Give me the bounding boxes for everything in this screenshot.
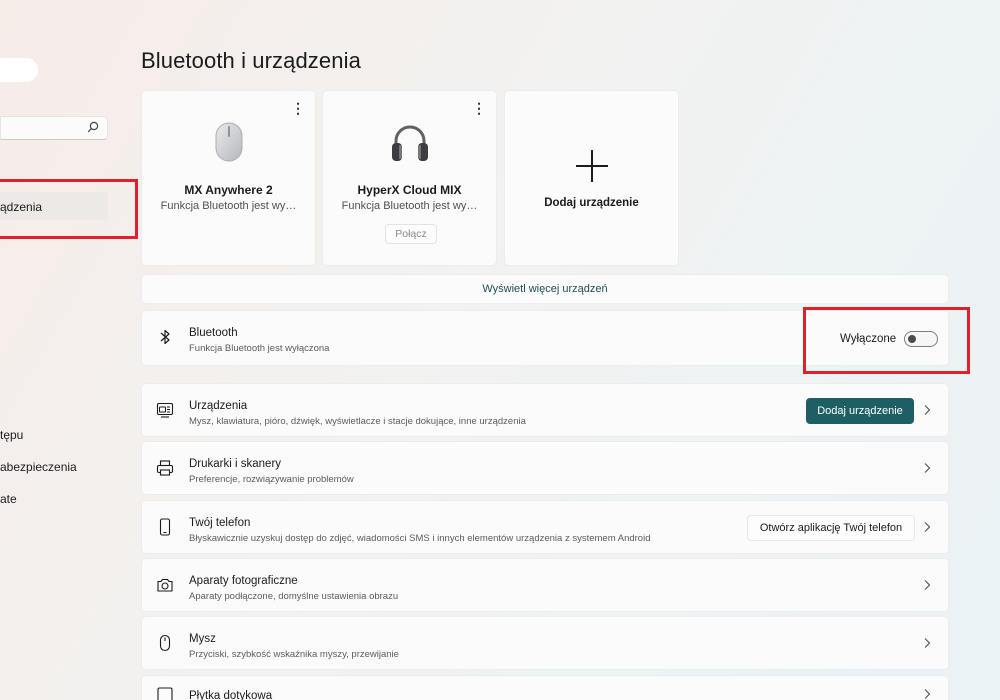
page-title: Bluetooth i urządzenia — [141, 48, 361, 73]
row-title: Mysz — [189, 633, 216, 645]
row-title: Drukarki i skanery — [189, 458, 282, 470]
search-icon — [87, 121, 99, 133]
row-subtitle: Aparaty podłączone, domyślne ustawienia … — [189, 591, 399, 602]
chevron-right-icon — [924, 580, 931, 590]
device-name: MX Anywhere 2 — [184, 183, 273, 197]
plus-icon — [575, 150, 608, 182]
row-subtitle: Mysz, klawiatura, pióro, dźwięk, wyświet… — [189, 416, 526, 427]
highlight-box-sidebar — [0, 179, 138, 239]
row-title: Twój telefon — [189, 517, 251, 529]
profile-card[interactable] — [0, 58, 38, 82]
phone-icon — [159, 518, 171, 536]
printer-icon — [156, 460, 174, 476]
devices-row[interactable]: Urządzenia Mysz, klawiatura, pióro, dźwi… — [141, 383, 949, 437]
chevron-right-icon — [924, 405, 931, 415]
sidebar: ądzenia tępu abezpieczenia ate — [0, 0, 130, 700]
chevron-right-icon — [924, 522, 931, 532]
camera-icon — [157, 578, 173, 592]
device-status: Funkcja Bluetooth jest wy… — [341, 200, 478, 212]
device-status: Funkcja Bluetooth jest wy… — [160, 200, 297, 212]
connect-button[interactable]: Połącz — [385, 224, 437, 244]
add-device-button[interactable]: Dodaj urządzenie — [806, 398, 914, 424]
touchpad-icon — [157, 687, 173, 700]
mouse-row[interactable]: Mysz Przyciski, szybkość wskaźnika myszy… — [141, 616, 949, 670]
cameras-row[interactable]: Aparaty fotograficzne Aparaty podłączone… — [141, 558, 949, 612]
chevron-right-icon — [924, 689, 931, 699]
sidebar-item-windows-update[interactable]: ate — [0, 492, 17, 506]
chevron-right-icon — [924, 638, 931, 648]
sidebar-item-accessibility[interactable]: tępu — [0, 428, 23, 442]
more-options-icon[interactable]: ⋮ — [472, 101, 486, 115]
row-subtitle: Preferencje, rozwiązywanie problemów — [189, 474, 354, 485]
phone-row[interactable]: Twój telefon Błyskawicznie uzyskuj dostę… — [141, 500, 949, 554]
highlight-box-toggle — [803, 307, 970, 374]
mouse-icon — [215, 122, 242, 162]
row-title: Bluetooth — [189, 327, 238, 339]
row-subtitle: Przyciski, szybkość wskaźnika myszy, prz… — [189, 649, 399, 660]
row-title: Płytka dotykowa — [189, 690, 273, 700]
printers-row[interactable]: Drukarki i skanery Preferencje, rozwiązy… — [141, 441, 949, 495]
bluetooth-icon — [160, 329, 170, 345]
sidebar-item-privacy-security[interactable]: abezpieczenia — [0, 460, 77, 474]
add-device-card[interactable]: Dodaj urządzenie — [504, 90, 679, 266]
row-title: Aparaty fotograficzne — [189, 575, 298, 587]
device-name: HyperX Cloud MIX — [357, 183, 462, 197]
device-card-mouse[interactable]: ⋮ MX Anywhere 2 Funkcja Bluetooth jest w… — [141, 90, 316, 266]
row-subtitle: Funkcja Bluetooth jest wyłączona — [189, 343, 330, 354]
headphones-icon — [391, 125, 428, 161]
row-subtitle: Błyskawicznie uzyskuj dostęp do zdjęć, w… — [189, 533, 651, 544]
touchpad-row[interactable]: Płytka dotykowa — [141, 675, 949, 700]
more-options-icon[interactable]: ⋮ — [291, 101, 305, 115]
search-input[interactable] — [0, 116, 108, 140]
devices-icon — [156, 402, 174, 418]
open-phone-app-button[interactable]: Otwórz aplikację Twój telefon — [747, 515, 915, 541]
show-more-devices-link[interactable]: Wyświetl więcej urządzeń — [141, 274, 949, 304]
device-card-headphones[interactable]: ⋮ HyperX Cloud MIX Funkcja Bluetooth jes… — [322, 90, 497, 266]
mouse-icon — [159, 634, 171, 652]
row-title: Urządzenia — [189, 400, 248, 412]
chevron-right-icon — [924, 463, 931, 473]
add-device-label: Dodaj urządzenie — [544, 197, 639, 209]
